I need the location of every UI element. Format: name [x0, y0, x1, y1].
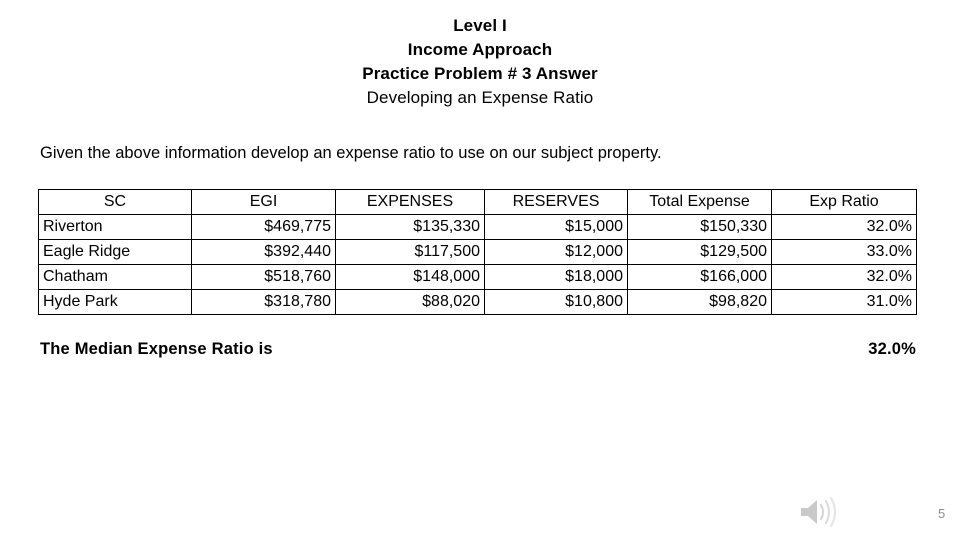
- median-label: The Median Expense Ratio is: [40, 340, 273, 358]
- cell-expenses: $148,000: [335, 264, 485, 290]
- cell-egi: $318,780: [191, 289, 336, 315]
- cell-egi: $392,440: [191, 239, 336, 265]
- cell-reserves: $15,000: [484, 214, 628, 240]
- cell-reserves: $18,000: [484, 264, 628, 290]
- title-line-1: Level I: [453, 16, 507, 35]
- cell-total-expense: $150,330: [627, 214, 772, 240]
- cell-exp-ratio: 32.0%: [771, 214, 917, 240]
- cell-egi: $518,760: [191, 264, 336, 290]
- cell-total-expense: $129,500: [627, 239, 772, 265]
- table-row: Hyde Park $318,780 $88,020 $10,800 $98,8…: [38, 289, 917, 315]
- page-number: 5: [938, 506, 946, 521]
- intro-paragraph: Given the above information develop an e…: [40, 144, 662, 162]
- slide-title-block: Level I Income Approach Practice Problem…: [0, 14, 960, 110]
- cell-exp-ratio: 31.0%: [771, 289, 917, 315]
- table-header-row: SC EGI EXPENSES RESERVES Total Expense E…: [38, 189, 917, 215]
- column-header-expenses: EXPENSES: [335, 189, 485, 215]
- cell-total-expense: $98,820: [627, 289, 772, 315]
- title-line-2: Income Approach: [407, 40, 553, 59]
- cell-exp-ratio: 33.0%: [771, 239, 917, 265]
- cell-reserves: $12,000: [484, 239, 628, 265]
- cell-sc: Riverton: [38, 214, 192, 240]
- column-header-exp-ratio: Exp Ratio: [771, 189, 917, 215]
- column-header-reserves: RESERVES: [484, 189, 628, 215]
- expense-ratio-table: SC EGI EXPENSES RESERVES Total Expense E…: [38, 189, 917, 315]
- table-row: Chatham $518,760 $148,000 $18,000 $166,0…: [38, 264, 917, 290]
- cell-exp-ratio: 32.0%: [771, 264, 917, 290]
- cell-sc: Chatham: [38, 264, 192, 290]
- title-line-3: Practice Problem # 3 Answer: [362, 64, 598, 83]
- cell-expenses: $88,020: [335, 289, 485, 315]
- cell-sc: Eagle Ridge: [38, 239, 192, 265]
- cell-sc: Hyde Park: [38, 289, 192, 315]
- speaker-icon[interactable]: [795, 494, 843, 530]
- expense-ratio-table-wrap: SC EGI EXPENSES RESERVES Total Expense E…: [38, 189, 917, 315]
- cell-expenses: $117,500: [335, 239, 485, 265]
- cell-total-expense: $166,000: [627, 264, 772, 290]
- slide-subtitle: Developing an Expense Ratio: [366, 88, 594, 107]
- cell-expenses: $135,330: [335, 214, 485, 240]
- median-expense-ratio-row: The Median Expense Ratio is 32.0%: [40, 340, 916, 359]
- cell-egi: $469,775: [191, 214, 336, 240]
- median-value: 32.0%: [868, 340, 916, 358]
- cell-reserves: $10,800: [484, 289, 628, 315]
- column-header-egi: EGI: [191, 189, 336, 215]
- column-header-total-expense: Total Expense: [627, 189, 772, 215]
- table-row: Riverton $469,775 $135,330 $15,000 $150,…: [38, 214, 917, 240]
- table-row: Eagle Ridge $392,440 $117,500 $12,000 $1…: [38, 239, 917, 265]
- column-header-sc: SC: [38, 189, 192, 215]
